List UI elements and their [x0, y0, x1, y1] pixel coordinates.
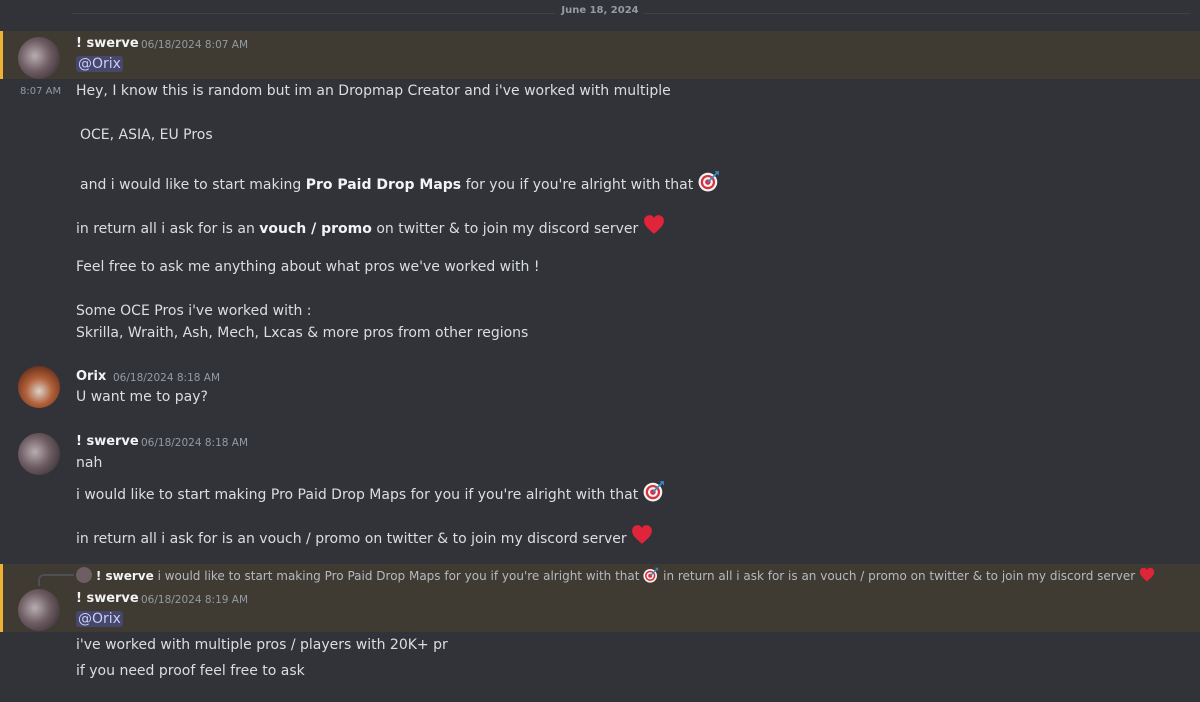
message-3[interactable]: ! swerve 06/18/2024 8:18 AM nah i would …	[0, 427, 1200, 552]
text-segment: in return all i ask for is an vouch / pr…	[76, 531, 627, 547]
message-4[interactable]: ! swerve i would like to start making Pr…	[0, 564, 1200, 632]
message-line: Skrilla, Wraith, Ash, Mech, Lxcas & more…	[76, 325, 529, 341]
text-segment: on twitter & to join my discord server	[371, 221, 639, 237]
message-line: Feel free to ask me anything about what …	[76, 259, 540, 275]
timestamp: 06/18/2024 8:19 AM	[141, 594, 249, 606]
direct-hit-emoji-icon	[643, 567, 659, 583]
message-1-body: 8:07 AM Hey, I know this is random but i…	[0, 79, 1200, 349]
text-segment: in return all i ask for is an	[76, 221, 260, 237]
username[interactable]: ! swerve	[76, 434, 139, 449]
date-divider-label: June 18, 2024	[555, 5, 645, 16]
red-heart-emoji-icon	[631, 524, 653, 546]
message-line: and i would like to start making Pro Pai…	[80, 170, 720, 193]
text-segment: for you if you're alright with that	[461, 177, 694, 193]
reply-author[interactable]: ! swerve	[96, 569, 154, 583]
red-heart-emoji-icon	[1139, 567, 1155, 583]
bold-segment: vouch / promo	[259, 221, 372, 237]
reply-text: in return all i ask for is an vouch / pr…	[663, 569, 1136, 583]
message-line: U want me to pay?	[76, 389, 208, 405]
message-line: OCE, ASIA, EU Pros	[80, 127, 213, 143]
message-line: Hey, I know this is random but im an Dro…	[76, 83, 671, 99]
direct-hit-emoji-icon	[698, 170, 720, 192]
user-mention[interactable]: @Orix	[76, 56, 123, 72]
reply-preview[interactable]: ! swerve i would like to start making Pr…	[76, 567, 1155, 583]
user-mention[interactable]: @Orix	[76, 611, 123, 627]
reply-text: i would like to start making Pro Paid Dr…	[157, 569, 640, 583]
message-line: in return all i ask for is an vouch / pr…	[76, 214, 665, 237]
red-heart-emoji-icon	[643, 214, 665, 236]
message-line: if you need proof feel free to ask	[76, 663, 305, 679]
mention-highlight-bar	[0, 31, 3, 79]
message-line: Some OCE Pros i've worked with :	[76, 303, 312, 319]
text-segment: i would like to start making Pro Paid Dr…	[76, 487, 639, 503]
mention-highlight-bar	[0, 564, 3, 632]
message-2[interactable]: Orix 06/18/2024 8:18 AM U want me to pay…	[0, 362, 1200, 416]
message-4-body: i've worked with multiple pros / players…	[0, 632, 1200, 692]
reply-avatar	[76, 567, 92, 583]
date-divider: June 18, 2024	[0, 0, 1200, 26]
avatar[interactable]	[18, 366, 60, 408]
username[interactable]: Orix	[76, 369, 106, 384]
timestamp: 06/18/2024 8:07 AM	[141, 39, 249, 51]
timestamp: 06/18/2024 8:18 AM	[113, 372, 221, 384]
username[interactable]: ! swerve	[76, 36, 139, 51]
direct-hit-emoji-icon	[643, 480, 665, 502]
avatar[interactable]	[18, 433, 60, 475]
avatar[interactable]	[18, 37, 60, 79]
text-segment: and i would like to start making	[80, 177, 306, 193]
bold-segment: Pro Paid Drop Maps	[305, 177, 462, 193]
avatar[interactable]	[18, 589, 60, 631]
timestamp: 06/18/2024 8:18 AM	[141, 437, 249, 449]
username[interactable]: ! swerve	[76, 591, 139, 606]
message-line: in return all i ask for is an vouch / pr…	[76, 524, 653, 547]
reply-connector	[38, 574, 74, 586]
message-1[interactable]: ! swerve 06/18/2024 8:07 AM @Orix	[0, 31, 1200, 79]
message-line: i would like to start making Pro Paid Dr…	[76, 480, 665, 503]
message-line: i've worked with multiple pros / players…	[76, 637, 448, 653]
hover-timestamp: 8:07 AM	[20, 86, 62, 97]
message-line: nah	[76, 455, 103, 471]
